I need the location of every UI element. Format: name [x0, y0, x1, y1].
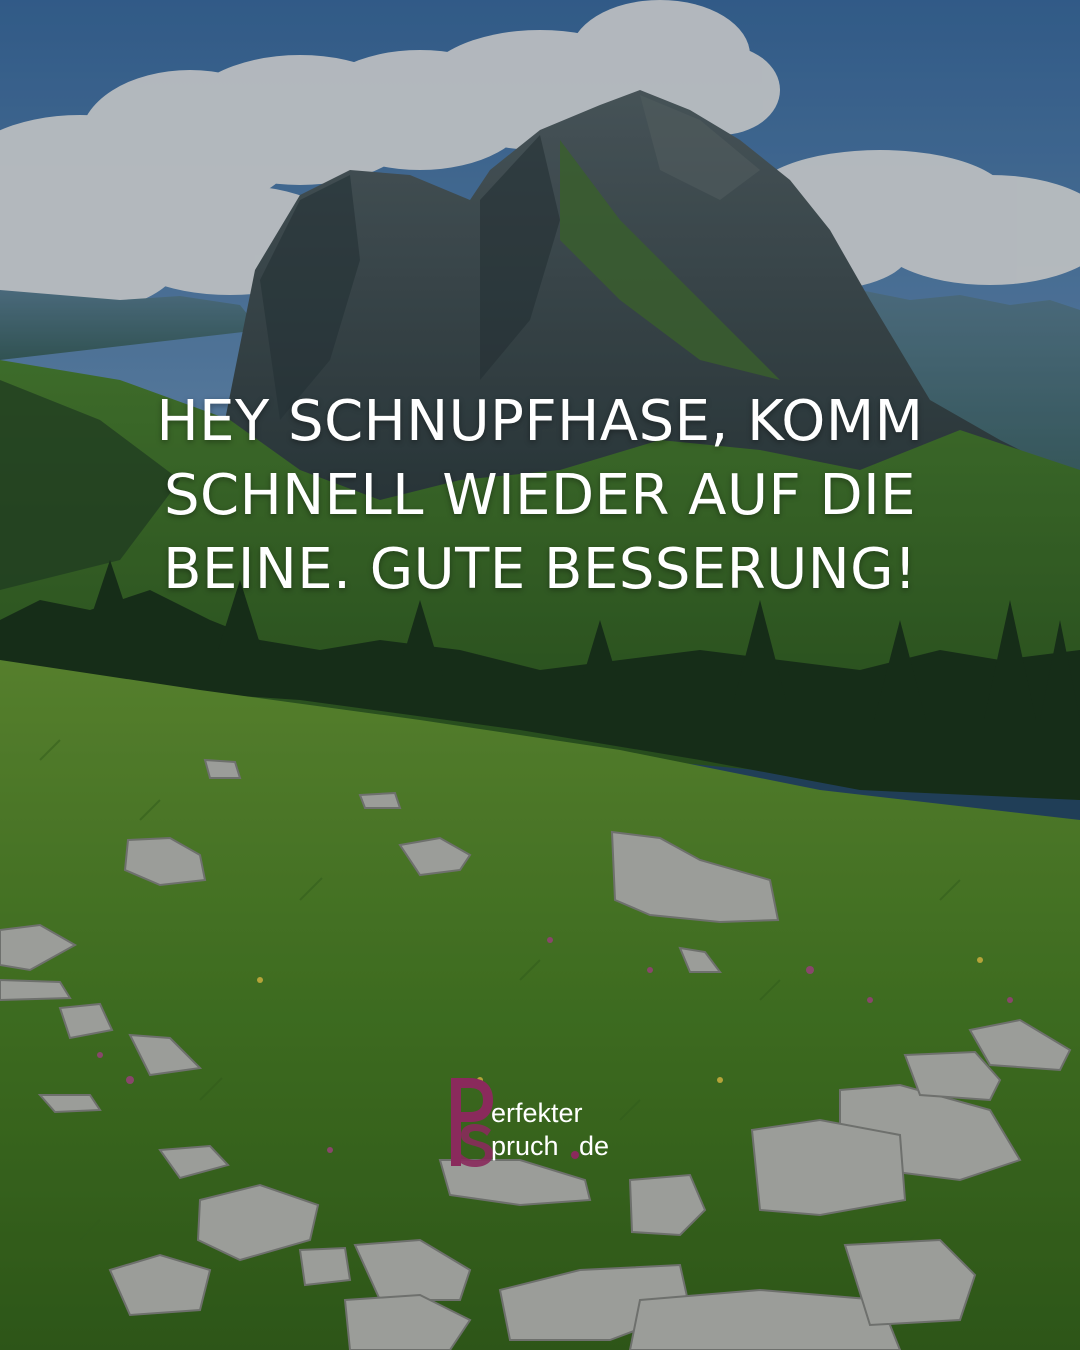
- photo-card: HEY SCHNUPFHASE, KOMM SCHNELL WIEDER AUF…: [0, 0, 1080, 1350]
- logo-dot: [571, 1151, 579, 1159]
- perfekter-spruch-logo: erfekter pruch de: [447, 1076, 647, 1168]
- logo-text-de: de: [579, 1131, 610, 1161]
- ps-logo-mark: [451, 1078, 493, 1167]
- quote-line: HEY SCHNUPFHASE, KOMM: [156, 389, 924, 454]
- quote-text: HEY SCHNUPFHASE, KOMM SCHNELL WIEDER AUF…: [60, 385, 1020, 607]
- quote-line: SCHNELL WIEDER AUF DIE: [163, 463, 917, 528]
- logo-text-erfekter: erfekter: [491, 1098, 583, 1128]
- logo-text-pruch: pruch: [491, 1131, 559, 1161]
- quote-line: BEINE. GUTE BESSERUNG!: [163, 537, 917, 602]
